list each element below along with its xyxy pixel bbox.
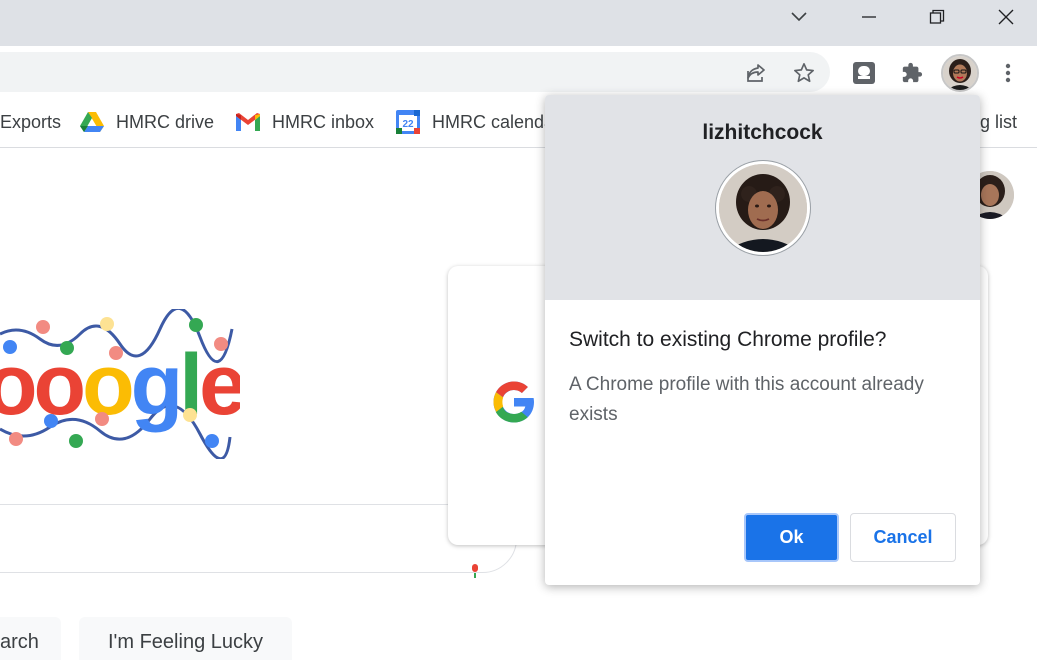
search-input[interactable] [0, 504, 517, 578]
dialog-header: lizhitchcock [545, 95, 980, 300]
profile-avatar-button[interactable] [941, 54, 979, 92]
profile-name: lizhitchcock [702, 121, 823, 144]
share-button[interactable] [740, 57, 772, 89]
mic-icon[interactable] [468, 564, 482, 578]
drive-icon [80, 112, 104, 132]
switch-profile-dialog: lizhitchcock Switch to existing Chrome p… [545, 95, 980, 585]
bookmark-label: g list [980, 111, 1018, 132]
gmail-icon [236, 113, 260, 131]
google-search-label: arch [0, 630, 39, 653]
bookmark-label: Exports [0, 111, 62, 132]
bookmark-hmrc-calendar[interactable]: 22 HMRC calenda [396, 109, 554, 135]
bookmark-star-button[interactable] [788, 57, 820, 89]
cancel-button-label: Cancel [873, 527, 933, 547]
avatar [719, 164, 807, 252]
ok-button[interactable]: Ok [744, 513, 839, 562]
close-icon [998, 9, 1014, 25]
cancel-button[interactable]: Cancel [850, 513, 956, 562]
puzzle-icon [902, 62, 923, 83]
bookmark-label: HMRC calenda [432, 111, 555, 132]
tab-search-button[interactable] [776, 0, 822, 34]
ok-button-label: Ok [779, 527, 804, 547]
calendar-icon: 22 [396, 110, 420, 134]
minimize-button[interactable] [846, 0, 892, 34]
dialog-message: A Chrome profile with this account alrea… [569, 374, 924, 425]
bookmark-label: HMRC drive [116, 111, 215, 132]
bookmark-reading-list[interactable]: g list [980, 109, 1017, 135]
bookmark-hmrc-inbox[interactable]: HMRC inbox [236, 109, 374, 135]
extension-button[interactable] [848, 57, 880, 89]
svg-text:22: 22 [402, 119, 414, 130]
google-search-button[interactable]: arch [0, 617, 61, 660]
share-icon [747, 64, 765, 82]
extension-app-icon [853, 62, 875, 84]
star-icon [794, 63, 814, 83]
dialog-title: Switch to existing Chrome profile? [569, 328, 887, 351]
bookmark-hmrc-drive[interactable]: HMRC drive [80, 109, 214, 135]
profile-avatar [716, 161, 810, 255]
kebab-menu-icon [1005, 63, 1011, 83]
extensions-menu-button[interactable] [896, 57, 928, 89]
avatar [943, 56, 977, 90]
restore-icon [929, 9, 945, 24]
address-bar[interactable] [0, 52, 830, 92]
chrome-menu-button[interactable] [992, 57, 1024, 89]
close-button[interactable] [983, 0, 1029, 34]
bookmark-exports[interactable]: Exports [0, 109, 61, 135]
bookmark-label: HMRC inbox [272, 111, 375, 132]
feeling-lucky-button[interactable]: I'm Feeling Lucky [79, 617, 292, 660]
title-bar [0, 0, 1037, 46]
feeling-lucky-label: I'm Feeling Lucky [108, 630, 263, 653]
google-doodle-logo[interactable]: ooogle [0, 309, 240, 459]
restore-button[interactable] [914, 0, 960, 34]
google-g-icon [493, 381, 534, 423]
chevron-down-icon [791, 12, 807, 22]
minimize-icon [862, 16, 876, 18]
browser-toolbar [0, 46, 1037, 96]
